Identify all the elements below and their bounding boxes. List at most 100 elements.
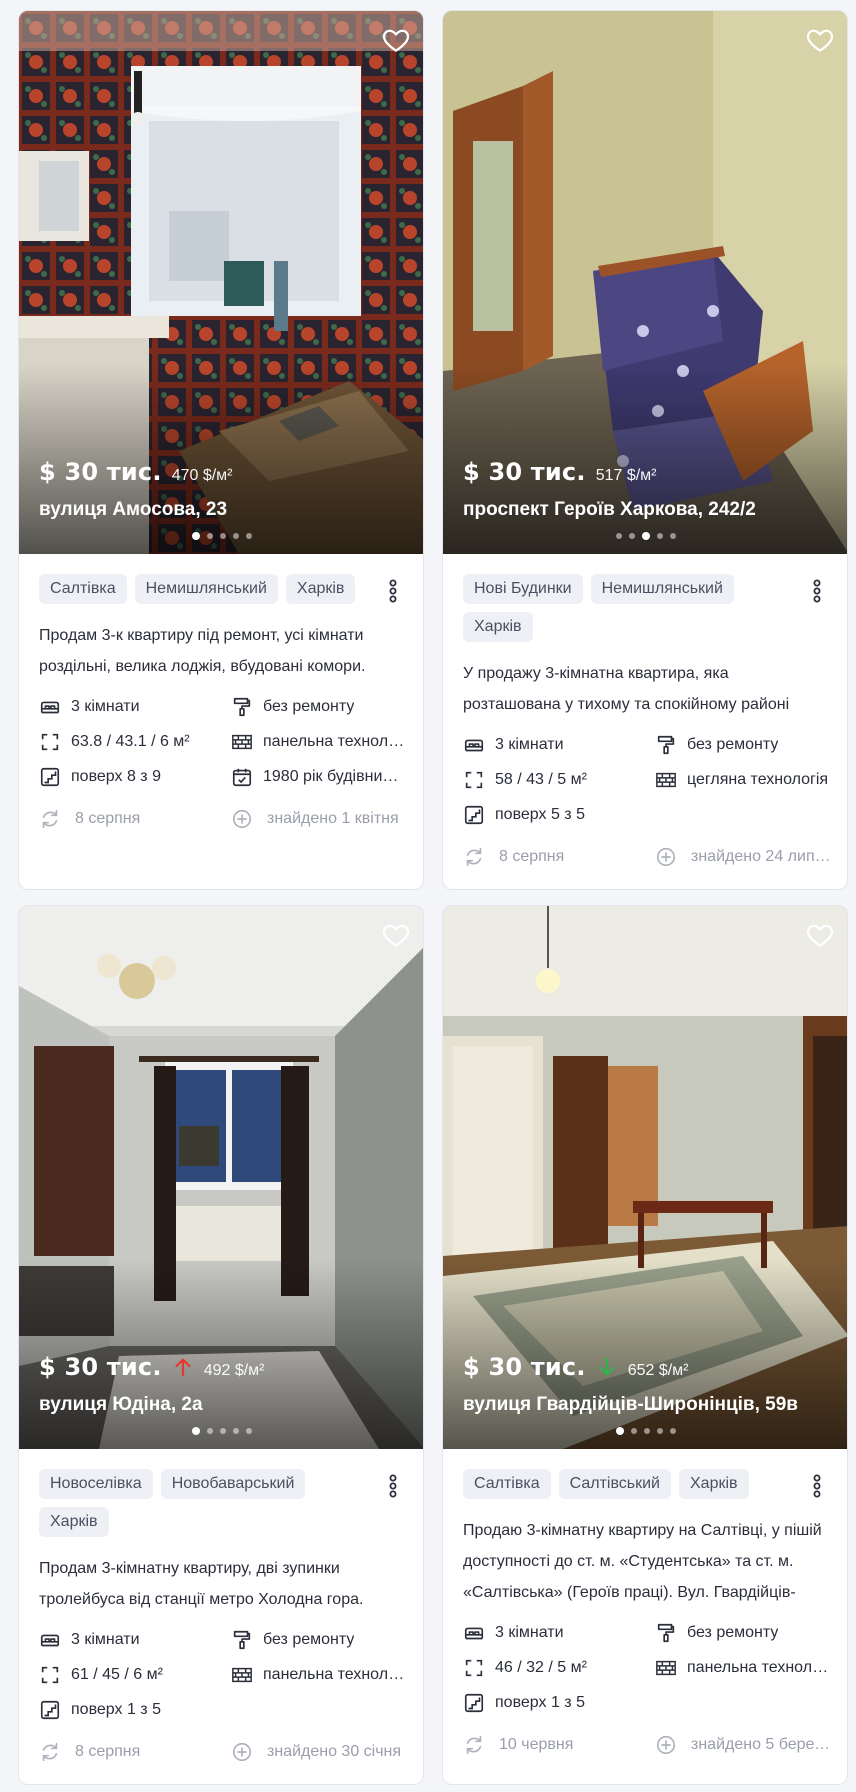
pagination-dot[interactable] — [192, 532, 200, 540]
more-options-icon[interactable] — [385, 1473, 401, 1499]
heart-icon[interactable] — [805, 25, 835, 55]
spec-rooms: 3 кімнати — [39, 1627, 231, 1653]
found-date[interactable]: знайдено 1 квітня — [231, 804, 407, 834]
more-options-icon[interactable] — [385, 578, 401, 604]
more-options-icon[interactable] — [809, 1473, 825, 1499]
tag-city[interactable]: Харків — [679, 1469, 749, 1499]
pagination-dot[interactable] — [629, 533, 635, 539]
arrow-up-icon — [175, 1358, 191, 1377]
pagination-dot[interactable] — [220, 533, 226, 539]
photo-pagination[interactable] — [443, 532, 847, 540]
spec-floor: поверх 5 з 5 — [463, 802, 655, 828]
pagination-dot[interactable] — [657, 533, 663, 539]
pagination-dot[interactable] — [246, 1428, 252, 1434]
listing-meta: 8 серпня знайдено 30 січня — [39, 1737, 403, 1767]
tag-neighborhood[interactable]: Салтівка — [463, 1469, 551, 1499]
plus-circle-icon — [656, 1735, 676, 1755]
pagination-dot[interactable] — [616, 533, 622, 539]
price: $ 30 тис. — [463, 1353, 586, 1381]
tag-city[interactable]: Харків — [39, 1507, 109, 1537]
listing-photo[interactable]: $ 30 тис. 517 $/м² проспект Героїв Харко… — [443, 11, 847, 554]
pagination-dot[interactable] — [207, 533, 213, 539]
photo-pagination[interactable] — [19, 1427, 423, 1435]
pagination-dot[interactable] — [631, 1428, 637, 1434]
photo-pagination[interactable] — [443, 1427, 847, 1435]
tag-district[interactable]: Немишлянський — [590, 574, 734, 604]
pagination-dot[interactable] — [220, 1428, 226, 1434]
tag-district[interactable]: Новобаварський — [160, 1469, 306, 1499]
price-per-m2: 492 $/м² — [203, 1362, 265, 1379]
heart-icon[interactable] — [381, 25, 411, 55]
pagination-dot[interactable] — [644, 1428, 650, 1434]
price-per-m2: 470 $/м² — [171, 467, 233, 484]
bed-icon — [40, 701, 60, 714]
listing-photo[interactable]: $ 30 тис. 652 $/м² вулиця Гвардійців-Шир… — [443, 906, 847, 1449]
found-date[interactable]: знайдено 30 січня — [231, 1737, 407, 1767]
description: Продам 3-к квартиру під ремонт, усі кімн… — [39, 627, 366, 675]
spec-repair: без ремонту — [231, 694, 407, 720]
tag-neighborhood[interactable]: Салтівка — [39, 574, 127, 604]
pagination-dot[interactable] — [192, 1427, 200, 1435]
location-tags: Новоселівка Новобаварський Харків — [39, 1469, 369, 1537]
tag-city[interactable]: Харків — [463, 612, 533, 642]
pagination-dot[interactable] — [233, 533, 239, 539]
tag-neighborhood[interactable]: Новоселівка — [39, 1469, 153, 1499]
tag-city[interactable]: Харків — [285, 574, 356, 604]
address[interactable]: вулиця Юдіна, 2а — [39, 1394, 203, 1416]
price: $ 30 тис. — [463, 458, 586, 486]
found-date[interactable]: знайдено 24 липня — [655, 842, 831, 872]
pagination-dot[interactable] — [657, 1428, 663, 1434]
pagination-dot[interactable] — [616, 1427, 624, 1435]
photo-pagination[interactable] — [19, 532, 423, 540]
location-tags: Салтівка Салтівський Харків — [463, 1469, 793, 1499]
pagination-dot[interactable] — [207, 1428, 213, 1434]
address[interactable]: вулиця Гвардійців-Широнінців, 59в — [463, 1394, 798, 1416]
spec-rooms: 3 кімнати — [39, 694, 231, 720]
updated-date: 8 серпня — [39, 1737, 231, 1767]
updated-date: 8 серпня — [463, 842, 655, 872]
location-tags: Салтівка Немишлянський Харків — [39, 574, 369, 604]
pagination-dot[interactable] — [642, 532, 650, 540]
expand-corners-icon — [41, 1666, 59, 1684]
plus-circle-icon — [232, 1742, 252, 1762]
found-date[interactable]: знайдено 5 березня — [655, 1730, 831, 1760]
stairs-icon — [464, 805, 484, 825]
spec-area: 61 / 45 / 6 м² — [39, 1662, 231, 1688]
specs: 3 кімнати без ремонту 46 / 32 / 5 м² пан… — [463, 1620, 831, 1716]
spec-year: 1980 рік будівництва — [231, 764, 407, 790]
listing-card[interactable]: $ 30 тис. 517 $/м² проспект Героїв Харко… — [442, 10, 848, 890]
heart-icon[interactable] — [381, 920, 411, 950]
listing-card[interactable]: $ 30 тис. 652 $/м² вулиця Гвардійців-Шир… — [442, 905, 848, 1785]
tag-district[interactable]: Салтівський — [558, 1469, 671, 1499]
paint-roller-icon — [657, 735, 675, 755]
paint-roller-icon — [657, 1623, 675, 1643]
more-options-icon[interactable] — [809, 578, 825, 604]
address[interactable]: проспект Героїв Харкова, 242/2 — [463, 499, 756, 521]
listing-card[interactable]: $ 30 тис. 470 $/м² вулиця Амосова, 23 Са… — [18, 10, 424, 890]
brick-wall-icon — [232, 734, 252, 750]
spec-floor: поверх 8 з 9 — [39, 764, 231, 790]
stairs-icon — [40, 1700, 60, 1720]
pagination-dot[interactable] — [670, 533, 676, 539]
tag-district[interactable]: Немишлянський — [134, 574, 278, 604]
specs: 3 кімнати без ремонту 61 / 45 / 6 м² пан… — [39, 1627, 407, 1723]
heart-icon[interactable] — [805, 920, 835, 950]
price-per-m2: 517 $/м² — [595, 467, 657, 484]
spec-building: панельна технологія — [231, 1662, 407, 1688]
plus-circle-icon — [232, 809, 252, 829]
arrow-down-icon — [599, 1357, 615, 1376]
description: Продаю 3-кімнатну квартиру на Салтівці, … — [463, 1522, 822, 1601]
pagination-dot[interactable] — [670, 1428, 676, 1434]
pagination-dot[interactable] — [233, 1428, 239, 1434]
listing-photo[interactable]: $ 30 тис. 492 $/м² вулиця Юдіна, 2а — [19, 906, 423, 1449]
address[interactable]: вулиця Амосова, 23 — [39, 499, 227, 521]
description: Продам 3-кімнатну квартиру, дві зупинки … — [39, 1560, 364, 1608]
refresh-icon — [42, 1742, 58, 1762]
tag-neighborhood[interactable]: Нові Будинки — [463, 574, 583, 604]
pagination-dot[interactable] — [246, 533, 252, 539]
listing-card[interactable]: $ 30 тис. 492 $/м² вулиця Юдіна, 2а Ново… — [18, 905, 424, 1785]
listing-meta: 8 серпня знайдено 24 липня — [463, 842, 831, 872]
refresh-icon — [42, 809, 58, 829]
listing-photo[interactable]: $ 30 тис. 470 $/м² вулиця Амосова, 23 — [19, 11, 423, 554]
updated-date: 10 червня — [463, 1730, 655, 1760]
